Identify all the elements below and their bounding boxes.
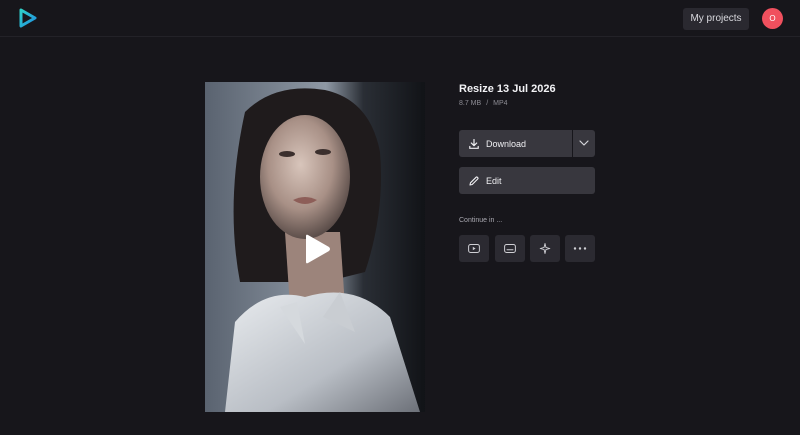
top-bar: My projects O [0,0,800,37]
edit-label: Edit [486,175,502,186]
continue-ai-tools-button[interactable] [530,235,560,262]
sparkle-icon [539,243,551,254]
file-format: MP4 [493,100,508,107]
chevron-down-icon [579,140,589,146]
download-button[interactable]: Download [459,130,572,157]
video-preview[interactable] [205,82,425,412]
more-icon [573,247,587,250]
file-meta: 8.7 MB / MP4 [459,100,508,107]
continue-more-button[interactable] [565,235,595,262]
continue-youtube-button[interactable] [459,235,489,262]
meta-separator: / [486,100,489,107]
continue-subtitles-button[interactable] [495,235,525,262]
download-options-button[interactable] [573,130,595,157]
download-icon [469,138,479,149]
youtube-icon [468,244,480,253]
file-size: 8.7 MB [459,100,482,107]
edit-button[interactable]: Edit [459,167,595,194]
file-title: Resize 13 Jul 2026 [459,83,556,95]
my-projects-button[interactable]: My projects [683,8,749,30]
pencil-icon [469,175,479,186]
play-icon[interactable] [303,234,331,264]
continue-in-label: Continue in ... [459,217,503,224]
play-logo-icon[interactable] [18,8,38,28]
download-label: Download [486,138,527,149]
avatar[interactable]: O [762,8,783,29]
subtitles-icon [504,244,516,253]
